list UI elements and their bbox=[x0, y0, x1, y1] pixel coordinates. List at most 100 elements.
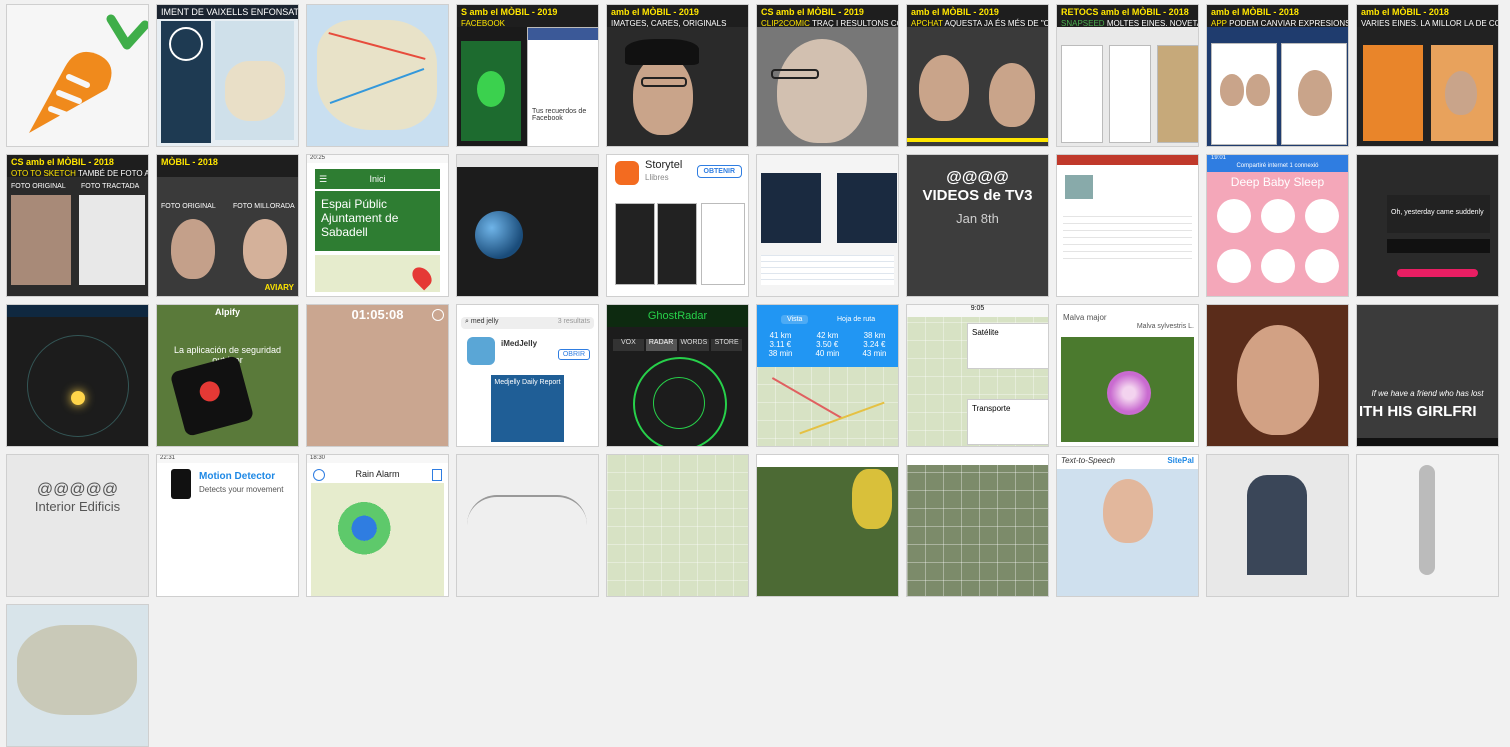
open-button[interactable]: OBRIR bbox=[557, 349, 590, 360]
tile-star-map[interactable] bbox=[6, 304, 149, 447]
track-row[interactable] bbox=[1387, 239, 1490, 253]
tile-storytel[interactable]: Storytel Llibres OBTENIR bbox=[606, 154, 749, 297]
share-icon[interactable] bbox=[432, 469, 442, 481]
tile-map-markers[interactable] bbox=[906, 454, 1049, 597]
tile-video-player[interactable] bbox=[756, 154, 899, 297]
tile-medjelly[interactable]: ⌕ med jelly 3 resultats iMedJelly OBRIR … bbox=[456, 304, 599, 447]
tile-aviary[interactable]: MÒBIL - 2018 FOTO ORIGINAL FOTO MILLORAD… bbox=[156, 154, 299, 297]
pink-button[interactable] bbox=[1397, 269, 1478, 277]
tile-webpage[interactable] bbox=[1056, 154, 1199, 297]
tile-route-planner[interactable]: Vista Hoja de ruta 41 km 42 km 38 km 3.11 … bbox=[756, 304, 899, 447]
tile-date: Jan 8th bbox=[956, 211, 999, 226]
suit-figure bbox=[1247, 475, 1307, 575]
tab-words[interactable]: WORDS bbox=[678, 339, 710, 351]
camera-preview bbox=[461, 41, 521, 141]
tile-title: VIDEOS de TV3 bbox=[922, 187, 1033, 204]
phone-image bbox=[169, 355, 255, 437]
tile-carrot-logo[interactable] bbox=[6, 4, 149, 147]
app-title: Deep Baby Sleep bbox=[1230, 175, 1325, 189]
hands-face-image bbox=[1237, 325, 1319, 435]
nav-bar: ☰ Inici bbox=[315, 169, 440, 189]
screen-left bbox=[1211, 43, 1277, 145]
tile-music-app[interactable]: Oh, yesterday came suddenly bbox=[1356, 154, 1499, 297]
tile-utensil[interactable] bbox=[1356, 454, 1499, 597]
tile-alpify[interactable]: Alpify La aplicación de seguridad outdoo… bbox=[156, 304, 299, 447]
hairdryer-icon[interactable] bbox=[1305, 249, 1339, 283]
tab-radar[interactable]: RADAR bbox=[645, 339, 677, 351]
screen-1 bbox=[1061, 45, 1103, 143]
video-frame-2 bbox=[837, 173, 897, 243]
app-title: Motion Detector bbox=[199, 471, 276, 482]
label-original: FOTO ORIGINAL bbox=[11, 183, 66, 190]
tile-film-subtitles[interactable]: If we have a friend who has lost ITH HIS… bbox=[1356, 304, 1499, 447]
timer-readout: 01:05:08 bbox=[351, 307, 404, 322]
earth-globe bbox=[475, 211, 523, 259]
info-icon[interactable] bbox=[432, 309, 444, 321]
tile-earth-space[interactable] bbox=[456, 154, 599, 297]
tile-symbol: @@@@@ bbox=[36, 481, 119, 498]
waves-icon[interactable] bbox=[1217, 249, 1251, 283]
tile-map-streets[interactable] bbox=[606, 454, 749, 597]
app-subtitle: Detects your movement bbox=[199, 485, 284, 494]
tile-motion-detector[interactable]: 22:31 Motion Detector Detects your movem… bbox=[156, 454, 299, 597]
tile-suit[interactable] bbox=[1206, 454, 1349, 597]
tile-world-map[interactable] bbox=[306, 4, 449, 147]
avatar-face bbox=[1103, 479, 1153, 543]
tile-world-map-2[interactable] bbox=[6, 604, 149, 747]
tile-map-layers[interactable]: 9:05 Satélite Transporte bbox=[906, 304, 1049, 447]
tile-videos-tv3[interactable]: @@@@ VIDEOS de TV3 Jan 8th bbox=[906, 154, 1049, 297]
subtitle-line-1: If we have a friend who has lost bbox=[1371, 389, 1484, 398]
tile-vaixells-map[interactable]: IMENT DE VAIXELLS ENFONSATS bbox=[156, 4, 299, 147]
menu-icon[interactable]: ☰ bbox=[319, 169, 327, 189]
status-bar: 18:30 bbox=[307, 455, 448, 463]
data-table bbox=[761, 255, 894, 285]
tab-bar: VOX RADAR WORDS STORE bbox=[613, 339, 742, 351]
app-category: Llibres bbox=[645, 173, 669, 182]
get-button[interactable]: OBTENIR bbox=[696, 165, 742, 178]
tile-snapchat[interactable]: amb el MÒBIL - 2019 APCHAT AQUESTA JA ÉS … bbox=[906, 4, 1049, 147]
tile-snapseed[interactable]: RETOCS amb el MÒBIL - 2018 SNAPSEED MOLTE… bbox=[1056, 4, 1199, 147]
layer-satellite[interactable]: Satélite bbox=[967, 323, 1048, 369]
tile-interior-edificis[interactable]: @@@@@ Interior Edificis bbox=[6, 454, 149, 597]
tile-imatges-cares[interactable]: amb el MÒBIL - 2019 IMATGES, CARES, ORIGI… bbox=[606, 4, 749, 147]
tab-vox[interactable]: VOX bbox=[613, 339, 644, 351]
layer-transport[interactable]: Transporte bbox=[967, 399, 1048, 445]
tab-hoja-de-ruta[interactable]: Hoja de ruta bbox=[831, 315, 881, 324]
tile-faceapp[interactable]: amb el MÒBIL - 2018 APP PODEM CANVIAR EXP… bbox=[1206, 4, 1349, 147]
tab-store[interactable]: STORE bbox=[711, 339, 742, 351]
map-view bbox=[215, 21, 294, 140]
search-input[interactable]: ⌕ med jelly 3 resultats bbox=[461, 317, 594, 329]
tile-facebook[interactable]: S amb el MÒBIL - 2019 FACEBOOK Tus recuer… bbox=[456, 4, 599, 147]
tile-coloreja[interactable]: amb el MÒBIL - 2018 VARIES EINES. LA MILL… bbox=[1356, 4, 1499, 147]
tile-text-to-speech[interactable]: Text-to-Speech SitePal bbox=[1056, 454, 1199, 597]
storytel-logo-icon bbox=[615, 161, 639, 185]
washer-icon[interactable] bbox=[1261, 249, 1295, 283]
tile-malva-plant[interactable]: Malva major Malva sylvestris L. bbox=[1056, 304, 1199, 447]
tile-timer[interactable]: 01:05:08 bbox=[306, 304, 449, 447]
tile-satellite-map[interactable] bbox=[756, 454, 899, 597]
app-name: iMedJelly bbox=[501, 339, 538, 348]
tts-header: Text-to-Speech SitePal bbox=[1057, 455, 1198, 469]
tile-rain-alarm[interactable]: 18:30 Rain Alarm bbox=[306, 454, 449, 597]
tile-header: amb el MÒBIL - 2018 VARIES EINES. LA MILL… bbox=[1357, 5, 1498, 27]
hand-icon[interactable] bbox=[1261, 199, 1295, 233]
rain-radar-map bbox=[311, 483, 444, 596]
tile-ghost-radar[interactable]: GhostRadar VOX RADAR WORDS STORE bbox=[606, 304, 749, 447]
tile-photo-to-sketch[interactable]: CS amb el MÒBIL - 2018 OTO TO SKETCH TAMB… bbox=[6, 154, 149, 297]
photo-left bbox=[1363, 45, 1423, 141]
tile-hands-face[interactable] bbox=[1206, 304, 1349, 447]
screen-right bbox=[1281, 43, 1347, 145]
settings-gear-icon[interactable] bbox=[313, 469, 325, 481]
label-original: FOTO ORIGINAL bbox=[161, 203, 216, 210]
player-controls[interactable] bbox=[1357, 438, 1498, 446]
face-right bbox=[243, 219, 287, 279]
car-icon[interactable] bbox=[1305, 199, 1339, 233]
tile-title: Interior Edificis bbox=[34, 499, 121, 514]
tile-deep-baby-sleep[interactable]: 19:01 Compartiré internet 1 connexió Dee… bbox=[1206, 154, 1349, 297]
vacuum-icon[interactable] bbox=[1217, 199, 1251, 233]
tile-clip2comic[interactable]: CS amb el MÒBIL - 2019 CLIP2COMIC TRAÇ I … bbox=[756, 4, 899, 147]
tile-espai-public[interactable]: 20:25 ☰ Inici Espai Públic Ajuntament de… bbox=[306, 154, 449, 297]
tile-sketch-text[interactable] bbox=[456, 454, 599, 597]
tab-vista[interactable]: Vista bbox=[781, 315, 809, 324]
face-left bbox=[919, 55, 969, 121]
